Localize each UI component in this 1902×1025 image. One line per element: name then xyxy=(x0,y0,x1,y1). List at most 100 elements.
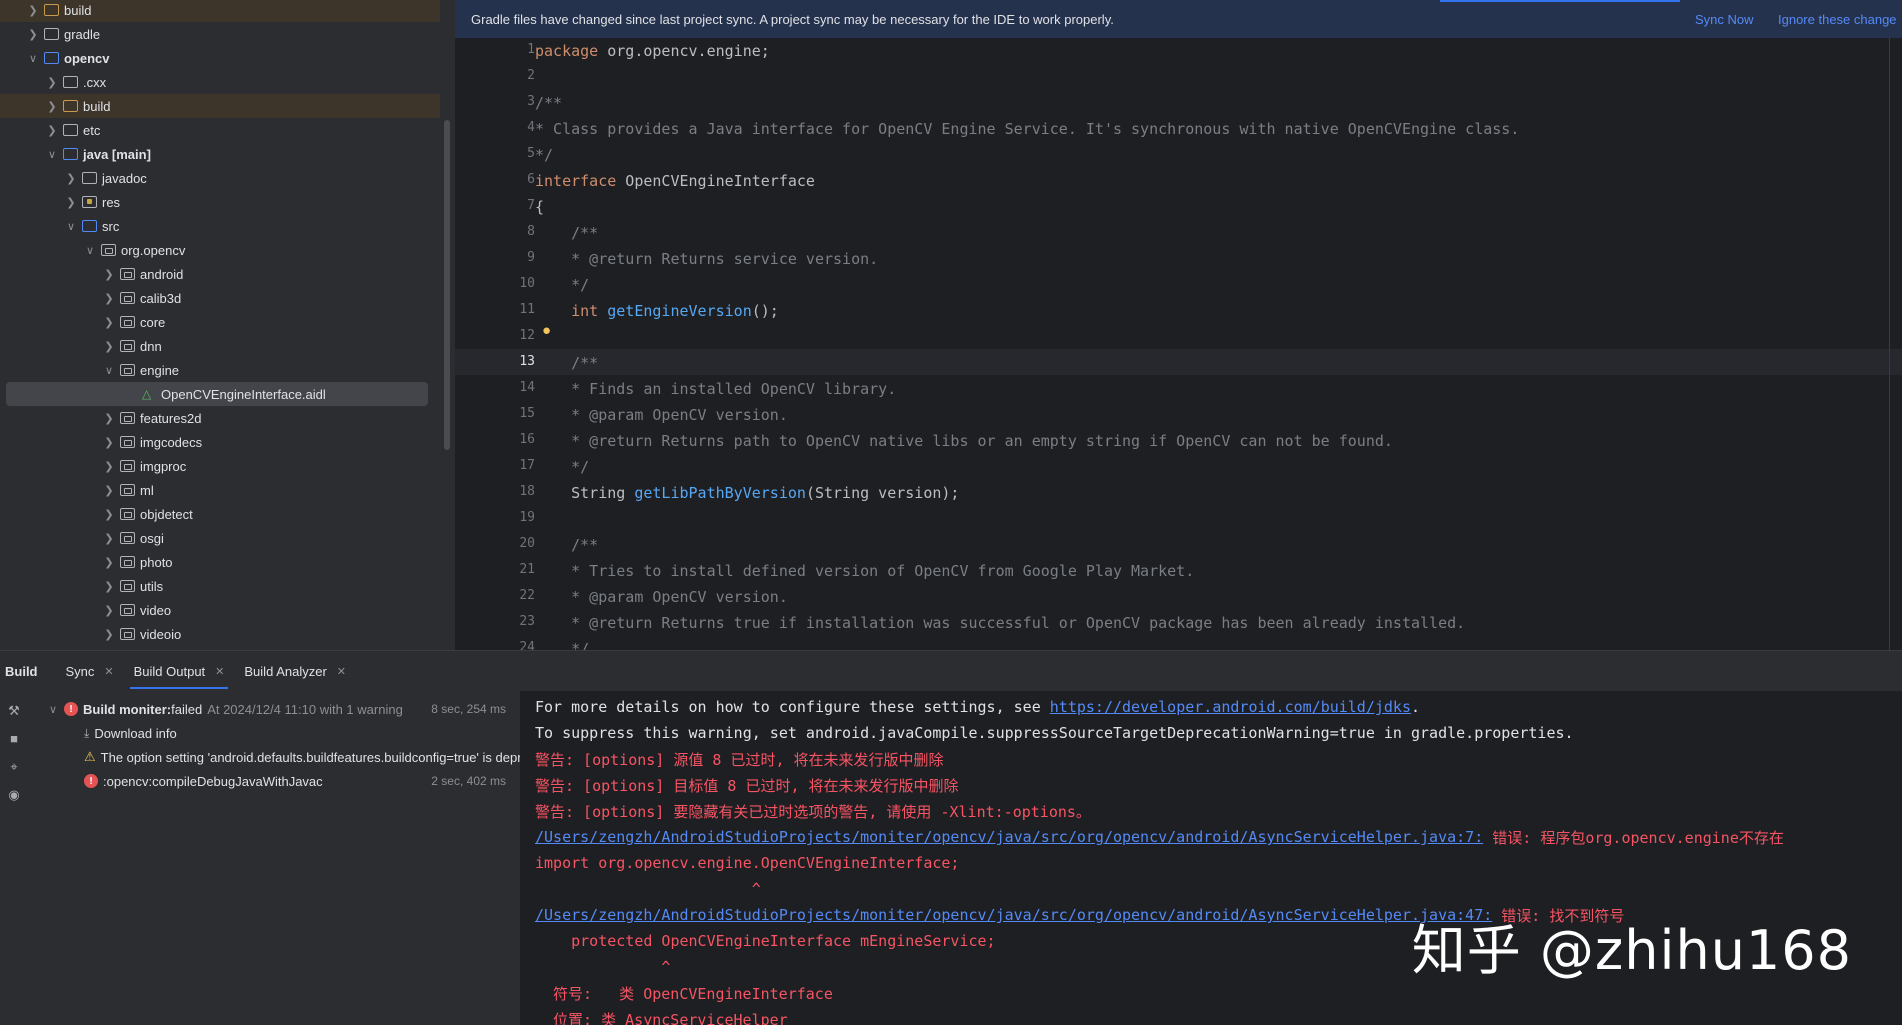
folder-icon xyxy=(63,124,78,136)
stop-icon[interactable]: ■ xyxy=(6,731,22,747)
package-icon xyxy=(120,268,135,280)
tree-item-javadoc[interactable]: ❯ javadoc xyxy=(0,166,440,190)
chevron-right-icon[interactable]: ❯ xyxy=(102,435,116,449)
tree-item-java-main[interactable]: ∨ java [main] xyxy=(0,142,440,166)
chevron-right-icon[interactable]: ❯ xyxy=(64,171,78,185)
chevron-right-icon[interactable]: ❯ xyxy=(102,291,116,305)
tree-item-imgcodecs[interactable]: ❯ imgcodecs xyxy=(0,430,440,454)
build-warning-node[interactable]: ⚠ The option setting 'android.defaults.b… xyxy=(30,745,520,769)
line-number: 18 xyxy=(519,484,535,499)
eye-icon[interactable]: ◉ xyxy=(6,787,22,803)
tree-item-osgi[interactable]: ❯ osgi xyxy=(0,526,440,550)
chevron-down-icon[interactable]: ∨ xyxy=(26,51,40,65)
chevron-right-icon[interactable]: ❯ xyxy=(64,195,78,209)
folder-icon xyxy=(82,172,97,184)
chevron-down-icon[interactable]: ∨ xyxy=(102,363,116,377)
chevron-right-icon[interactable]: ❯ xyxy=(102,459,116,473)
chevron-right-icon[interactable]: ❯ xyxy=(102,603,116,617)
tree-item-ml[interactable]: ❯ ml xyxy=(0,478,440,502)
chevron-down-icon[interactable]: ∨ xyxy=(45,147,59,161)
download-icon: ⤓ xyxy=(84,725,90,740)
tree-item-objdetect[interactable]: ❯ objdetect xyxy=(0,502,440,526)
close-icon[interactable]: ✕ xyxy=(337,665,346,678)
sync-now-link[interactable]: Sync Now xyxy=(1695,12,1754,27)
line-number: 7 xyxy=(527,198,535,213)
source-folder-icon xyxy=(63,148,78,160)
tree-item-core[interactable]: ❯ core xyxy=(0,310,440,334)
line-number: 1 xyxy=(527,42,535,57)
code-line: * @return Returns path to OpenCV native … xyxy=(535,432,1393,450)
tree-item-utils[interactable]: ❯ utils xyxy=(0,574,440,598)
tab-build-output[interactable]: Build Output ✕ xyxy=(124,651,235,691)
tree-item-android[interactable]: ❯ android xyxy=(0,262,440,286)
tree-item-photo[interactable]: ❯ photo xyxy=(0,550,440,574)
code-line: package org.opencv.engine; xyxy=(535,42,770,60)
jdks-link[interactable]: https://developer.android.com/build/jdks xyxy=(1050,698,1411,716)
code-line: int getEngineVersion (); xyxy=(535,302,779,320)
tree-item-res[interactable]: ❯ res xyxy=(0,190,440,214)
chevron-right-icon[interactable]: ❯ xyxy=(26,27,40,41)
chevron-right-icon[interactable]: ❯ xyxy=(102,267,116,281)
tab-build-analyzer[interactable]: Build Analyzer ✕ xyxy=(234,651,356,691)
chevron-down-icon[interactable]: ∨ xyxy=(46,702,60,716)
tree-item-org-opencv[interactable]: ∨ org.opencv xyxy=(0,238,440,262)
tree-item-opencv[interactable]: ∨ opencv xyxy=(0,46,440,70)
build-root-node[interactable]: ∨ ! Build moniter: failed At 2024/12/4 1… xyxy=(30,697,520,721)
tree-item-calib3d[interactable]: ❯ calib3d xyxy=(0,286,440,310)
code-line: * Class provides a Java interface for Op… xyxy=(535,120,1520,138)
code-editor[interactable]: Gradle files have changed since last pro… xyxy=(455,0,1902,650)
tree-item-video[interactable]: ❯ video xyxy=(0,598,440,622)
line-number: 24 xyxy=(519,640,535,650)
chevron-right-icon[interactable]: ❯ xyxy=(102,627,116,641)
tree-item-etc[interactable]: ❯ etc xyxy=(0,118,440,142)
chevron-right-icon[interactable]: ❯ xyxy=(102,483,116,497)
build-download-node[interactable]: ⤓ Download info xyxy=(30,721,520,745)
chevron-down-icon[interactable]: ∨ xyxy=(64,219,78,233)
close-icon[interactable]: ✕ xyxy=(215,665,224,678)
tree-item-imgproc[interactable]: ❯ imgproc xyxy=(0,454,440,478)
tree-item-aidl-file[interactable]: △ OpenCVEngineInterface.aidl xyxy=(6,382,428,406)
hammer-icon[interactable]: ⚒ xyxy=(6,703,22,719)
lightbulb-icon[interactable]: ● xyxy=(542,322,551,339)
tree-item-dnn[interactable]: ❯ dnn xyxy=(0,334,440,358)
chevron-down-icon[interactable]: ∨ xyxy=(83,243,97,257)
chevron-right-icon[interactable]: ❯ xyxy=(102,315,116,329)
source-file-link[interactable]: /Users/zengzh/AndroidStudioProjects/moni… xyxy=(535,906,1492,924)
tree-item-build[interactable]: ❯ build xyxy=(0,94,440,118)
tab-sync[interactable]: Sync ✕ xyxy=(56,651,124,691)
chevron-right-icon[interactable]: ❯ xyxy=(26,3,40,17)
tree-item-src[interactable]: ∨ src xyxy=(0,214,440,238)
tree-item-videoio[interactable]: ❯ videoio xyxy=(0,622,440,646)
ignore-changes-link[interactable]: Ignore these change xyxy=(1778,12,1897,27)
build-tree: ∨ ! Build moniter: failed At 2024/12/4 1… xyxy=(30,691,520,1025)
source-folder-icon xyxy=(82,220,97,232)
chevron-right-icon[interactable]: ❯ xyxy=(102,531,116,545)
output-line: 警告: [options] 源值 8 已过时, 将在未来发行版中删除 xyxy=(535,750,944,769)
pin-icon[interactable]: ⌖ xyxy=(6,759,22,775)
tree-scrollbar[interactable] xyxy=(444,120,450,450)
tree-item-features2d[interactable]: ❯ features2d xyxy=(0,406,440,430)
tree-item-cxx[interactable]: ❯ .cxx xyxy=(0,70,440,94)
chevron-right-icon[interactable]: ❯ xyxy=(45,75,59,89)
close-icon[interactable]: ✕ xyxy=(104,665,113,678)
tree-item-build-root[interactable]: ❯ build xyxy=(0,0,440,22)
chevron-right-icon[interactable]: ❯ xyxy=(102,579,116,593)
output-line: ^ xyxy=(535,958,671,976)
chevron-right-icon[interactable]: ❯ xyxy=(102,411,116,425)
line-number: 20 xyxy=(519,536,535,551)
chevron-right-icon[interactable]: ❯ xyxy=(102,555,116,569)
output-line: import org.opencv.engine.OpenCVEngineInt… xyxy=(535,854,960,872)
chevron-right-icon[interactable]: ❯ xyxy=(45,99,59,113)
chevron-right-icon[interactable]: ❯ xyxy=(102,339,116,353)
sync-banner: Gradle files have changed since last pro… xyxy=(455,0,1902,38)
code-line: * @return Returns true if installation w… xyxy=(535,614,1466,632)
tree-item-engine[interactable]: ∨ engine xyxy=(0,358,440,382)
tree-item-gradle[interactable]: ❯ gradle xyxy=(0,22,440,46)
chevron-right-icon[interactable]: ❯ xyxy=(45,123,59,137)
package-icon xyxy=(120,340,135,352)
package-icon xyxy=(120,436,135,448)
line-number: 10 xyxy=(519,276,535,291)
build-task-node[interactable]: ! :opencv:compileDebugJavaWithJavac 2 se… xyxy=(30,769,520,793)
source-file-link[interactable]: /Users/zengzh/AndroidStudioProjects/moni… xyxy=(535,828,1483,846)
chevron-right-icon[interactable]: ❯ xyxy=(102,507,116,521)
